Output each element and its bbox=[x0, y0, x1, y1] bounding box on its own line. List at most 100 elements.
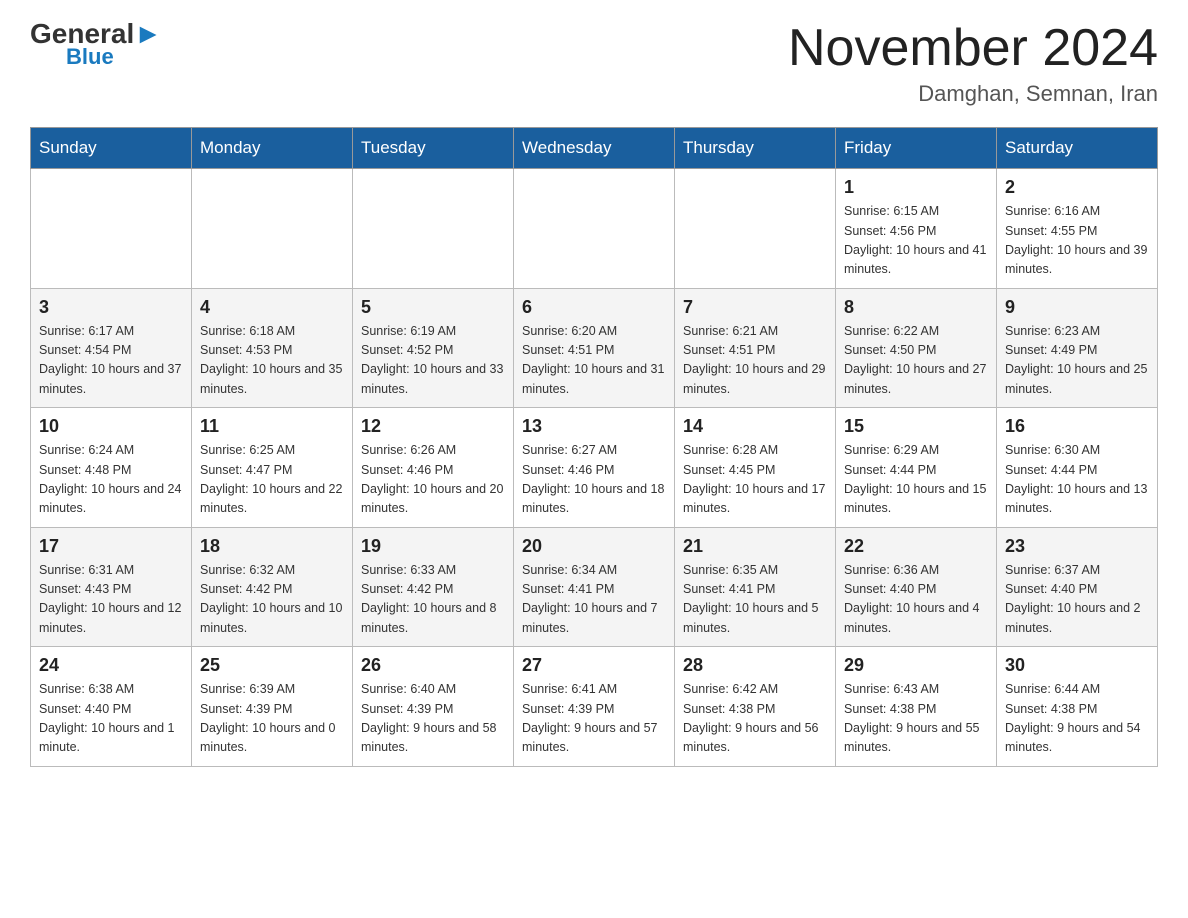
day-number: 10 bbox=[39, 416, 183, 437]
day-info: Sunrise: 6:29 AMSunset: 4:44 PMDaylight:… bbox=[844, 441, 988, 519]
calendar-cell: 1 Sunrise: 6:15 AMSunset: 4:56 PMDaylight… bbox=[836, 169, 997, 289]
calendar-cell: 18Sunrise: 6:32 AMSunset: 4:42 PMDayligh… bbox=[192, 527, 353, 647]
day-info: Sunrise: 6:30 AMSunset: 4:44 PMDaylight:… bbox=[1005, 441, 1149, 519]
day-number: 21 bbox=[683, 536, 827, 557]
calendar-cell: 27 Sunrise: 6:41 AMSunset: 4:39 PMDayligh… bbox=[514, 647, 675, 767]
calendar-week-1: 1 Sunrise: 6:15 AMSunset: 4:56 PMDaylight… bbox=[31, 169, 1158, 289]
month-title: November 2024 bbox=[788, 20, 1158, 77]
day-info: Sunrise: 6:27 AMSunset: 4:46 PMDaylight:… bbox=[522, 441, 666, 519]
calendar-cell: 22 Sunrise: 6:36 AMSunset: 4:40 PMDayligh… bbox=[836, 527, 997, 647]
col-friday: Friday bbox=[836, 128, 997, 169]
day-info: Sunrise: 6:42 AMSunset: 4:38 PMDaylight:… bbox=[683, 680, 827, 758]
day-info: Sunrise: 6:25 AMSunset: 4:47 PMDaylight:… bbox=[200, 441, 344, 519]
calendar-week-5: 24Sunrise: 6:38 AMSunset: 4:40 PMDayligh… bbox=[31, 647, 1158, 767]
day-number: 20 bbox=[522, 536, 666, 557]
day-info: Sunrise: 6:20 AMSunset: 4:51 PMDaylight:… bbox=[522, 322, 666, 400]
day-info: Sunrise: 6:28 AMSunset: 4:45 PMDaylight:… bbox=[683, 441, 827, 519]
calendar-week-3: 10 Sunrise: 6:24 AMSunset: 4:48 PMDayligh… bbox=[31, 408, 1158, 528]
day-number: 16 bbox=[1005, 416, 1149, 437]
calendar-cell: 6 Sunrise: 6:20 AMSunset: 4:51 PMDaylight… bbox=[514, 288, 675, 408]
day-number: 27 bbox=[522, 655, 666, 676]
day-number: 29 bbox=[844, 655, 988, 676]
calendar-week-2: 3Sunrise: 6:17 AMSunset: 4:54 PMDaylight… bbox=[31, 288, 1158, 408]
calendar-header-row: Sunday Monday Tuesday Wednesday Thursday… bbox=[31, 128, 1158, 169]
day-info: Sunrise: 6:19 AMSunset: 4:52 PMDaylight:… bbox=[361, 322, 505, 400]
day-info: Sunrise: 6:40 AMSunset: 4:39 PMDaylight:… bbox=[361, 680, 505, 758]
col-monday: Monday bbox=[192, 128, 353, 169]
day-number: 3 bbox=[39, 297, 183, 318]
day-info: Sunrise: 6:33 AMSunset: 4:42 PMDaylight:… bbox=[361, 561, 505, 639]
col-saturday: Saturday bbox=[997, 128, 1158, 169]
day-number: 7 bbox=[683, 297, 827, 318]
calendar-cell: 4 Sunrise: 6:18 AMSunset: 4:53 PMDaylight… bbox=[192, 288, 353, 408]
calendar-cell: 2 Sunrise: 6:16 AMSunset: 4:55 PMDaylight… bbox=[997, 169, 1158, 289]
calendar-cell: 3Sunrise: 6:17 AMSunset: 4:54 PMDaylight… bbox=[31, 288, 192, 408]
day-number: 11 bbox=[200, 416, 344, 437]
day-info: Sunrise: 6:43 AMSunset: 4:38 PMDaylight:… bbox=[844, 680, 988, 758]
day-info: Sunrise: 6:34 AMSunset: 4:41 PMDaylight:… bbox=[522, 561, 666, 639]
logo-blue-text: Blue bbox=[66, 44, 114, 70]
day-number: 28 bbox=[683, 655, 827, 676]
calendar-cell: 17 Sunrise: 6:31 AMSunset: 4:43 PMDayligh… bbox=[31, 527, 192, 647]
calendar-cell bbox=[675, 169, 836, 289]
day-info: Sunrise: 6:15 AMSunset: 4:56 PMDaylight:… bbox=[844, 202, 988, 280]
day-info: Sunrise: 6:16 AMSunset: 4:55 PMDaylight:… bbox=[1005, 202, 1149, 280]
page-header: General► Blue November 2024 Damghan, Sem… bbox=[30, 20, 1158, 107]
day-number: 18 bbox=[200, 536, 344, 557]
day-number: 6 bbox=[522, 297, 666, 318]
day-info: Sunrise: 6:36 AMSunset: 4:40 PMDaylight:… bbox=[844, 561, 988, 639]
day-number: 22 bbox=[844, 536, 988, 557]
calendar-table: Sunday Monday Tuesday Wednesday Thursday… bbox=[30, 127, 1158, 767]
day-number: 5 bbox=[361, 297, 505, 318]
calendar-cell: 28 Sunrise: 6:42 AMSunset: 4:38 PMDayligh… bbox=[675, 647, 836, 767]
day-info: Sunrise: 6:18 AMSunset: 4:53 PMDaylight:… bbox=[200, 322, 344, 400]
calendar-cell: 11 Sunrise: 6:25 AMSunset: 4:47 PMDayligh… bbox=[192, 408, 353, 528]
calendar-cell: 16 Sunrise: 6:30 AMSunset: 4:44 PMDayligh… bbox=[997, 408, 1158, 528]
calendar-cell: 14Sunrise: 6:28 AMSunset: 4:45 PMDayligh… bbox=[675, 408, 836, 528]
day-number: 2 bbox=[1005, 177, 1149, 198]
day-number: 30 bbox=[1005, 655, 1149, 676]
calendar-cell: 23Sunrise: 6:37 AMSunset: 4:40 PMDayligh… bbox=[997, 527, 1158, 647]
calendar-cell: 9Sunrise: 6:23 AMSunset: 4:49 PMDaylight… bbox=[997, 288, 1158, 408]
calendar-cell: 24Sunrise: 6:38 AMSunset: 4:40 PMDayligh… bbox=[31, 647, 192, 767]
calendar-cell bbox=[31, 169, 192, 289]
day-number: 4 bbox=[200, 297, 344, 318]
day-info: Sunrise: 6:41 AMSunset: 4:39 PMDaylight:… bbox=[522, 680, 666, 758]
calendar-cell: 10 Sunrise: 6:24 AMSunset: 4:48 PMDayligh… bbox=[31, 408, 192, 528]
calendar-cell bbox=[353, 169, 514, 289]
day-number: 25 bbox=[200, 655, 344, 676]
calendar-cell: 13 Sunrise: 6:27 AMSunset: 4:46 PMDayligh… bbox=[514, 408, 675, 528]
title-block: November 2024 Damghan, Semnan, Iran bbox=[788, 20, 1158, 107]
calendar-cell: 8Sunrise: 6:22 AMSunset: 4:50 PMDaylight… bbox=[836, 288, 997, 408]
day-info: Sunrise: 6:39 AMSunset: 4:39 PMDaylight:… bbox=[200, 680, 344, 758]
day-number: 17 bbox=[39, 536, 183, 557]
logo: General► Blue bbox=[30, 20, 162, 70]
calendar-cell: 26Sunrise: 6:40 AMSunset: 4:39 PMDayligh… bbox=[353, 647, 514, 767]
calendar-cell: 29 Sunrise: 6:43 AMSunset: 4:38 PMDayligh… bbox=[836, 647, 997, 767]
calendar-cell: 7 Sunrise: 6:21 AMSunset: 4:51 PMDaylight… bbox=[675, 288, 836, 408]
day-info: Sunrise: 6:21 AMSunset: 4:51 PMDaylight:… bbox=[683, 322, 827, 400]
col-thursday: Thursday bbox=[675, 128, 836, 169]
day-info: Sunrise: 6:24 AMSunset: 4:48 PMDaylight:… bbox=[39, 441, 183, 519]
calendar-cell bbox=[192, 169, 353, 289]
day-number: 1 bbox=[844, 177, 988, 198]
day-info: Sunrise: 6:44 AMSunset: 4:38 PMDaylight:… bbox=[1005, 680, 1149, 758]
calendar-cell: 30 Sunrise: 6:44 AMSunset: 4:38 PMDayligh… bbox=[997, 647, 1158, 767]
day-number: 23 bbox=[1005, 536, 1149, 557]
day-info: Sunrise: 6:31 AMSunset: 4:43 PMDaylight:… bbox=[39, 561, 183, 639]
day-info: Sunrise: 6:35 AMSunset: 4:41 PMDaylight:… bbox=[683, 561, 827, 639]
calendar-week-4: 17 Sunrise: 6:31 AMSunset: 4:43 PMDayligh… bbox=[31, 527, 1158, 647]
day-number: 13 bbox=[522, 416, 666, 437]
day-info: Sunrise: 6:26 AMSunset: 4:46 PMDaylight:… bbox=[361, 441, 505, 519]
col-wednesday: Wednesday bbox=[514, 128, 675, 169]
calendar-cell: 15Sunrise: 6:29 AMSunset: 4:44 PMDayligh… bbox=[836, 408, 997, 528]
calendar-cell bbox=[514, 169, 675, 289]
calendar-cell: 21 Sunrise: 6:35 AMSunset: 4:41 PMDayligh… bbox=[675, 527, 836, 647]
location-title: Damghan, Semnan, Iran bbox=[788, 81, 1158, 107]
day-info: Sunrise: 6:22 AMSunset: 4:50 PMDaylight:… bbox=[844, 322, 988, 400]
calendar-cell: 5 Sunrise: 6:19 AMSunset: 4:52 PMDaylight… bbox=[353, 288, 514, 408]
day-number: 19 bbox=[361, 536, 505, 557]
calendar-cell: 25 Sunrise: 6:39 AMSunset: 4:39 PMDayligh… bbox=[192, 647, 353, 767]
col-tuesday: Tuesday bbox=[353, 128, 514, 169]
day-number: 9 bbox=[1005, 297, 1149, 318]
